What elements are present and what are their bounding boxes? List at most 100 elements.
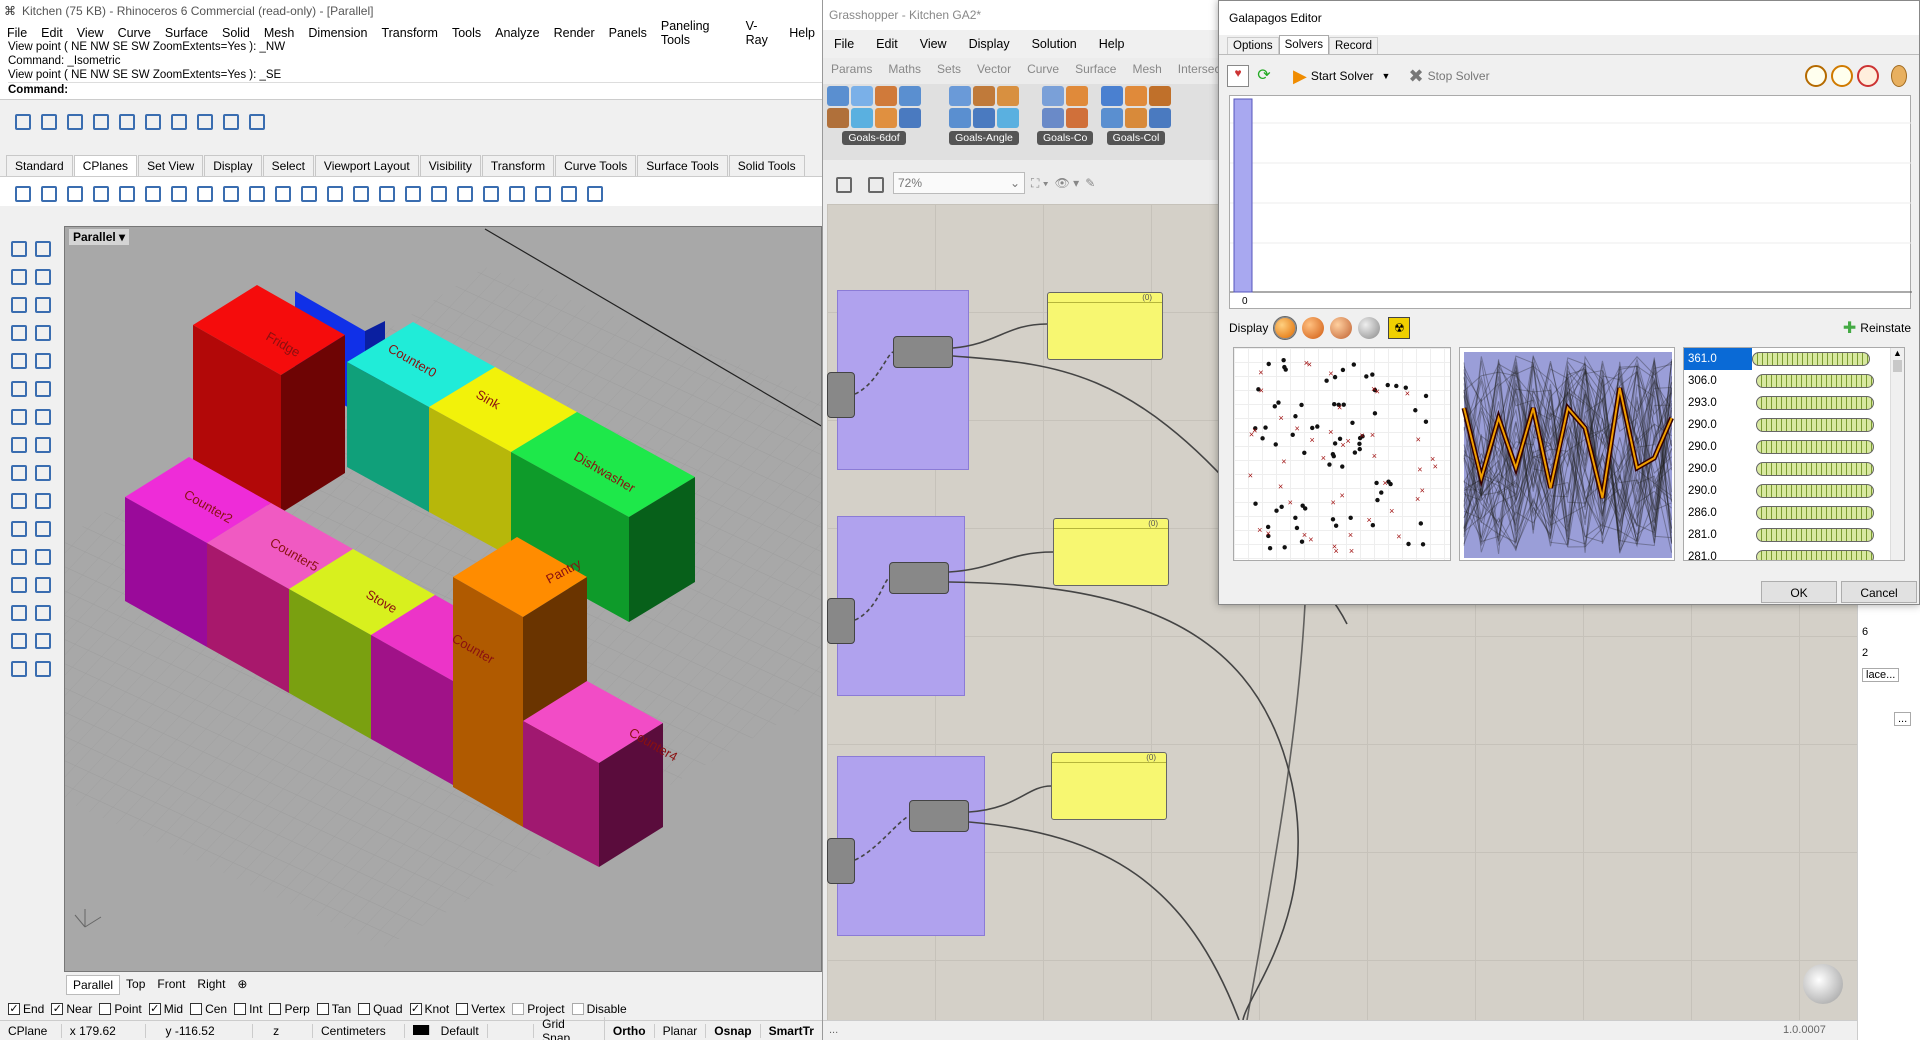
- tool-icon[interactable]: [30, 292, 52, 314]
- speed-fast-icon[interactable]: [1857, 65, 1879, 87]
- tool-icon[interactable]: [6, 432, 28, 454]
- osnap-tan[interactable]: Tan: [316, 1002, 351, 1016]
- toolbar-icon[interactable]: [452, 181, 474, 203]
- tool-icon[interactable]: [6, 292, 28, 314]
- gh-menu-solution[interactable]: Solution: [1021, 37, 1088, 51]
- osnap-knot[interactable]: ✓ Knot: [409, 1002, 449, 1016]
- gh-tab-sets[interactable]: Sets: [929, 62, 969, 76]
- genome-row[interactable]: 286.0: [1684, 502, 1904, 524]
- tab-viewport-layout[interactable]: Viewport Layout: [314, 155, 419, 176]
- property-field[interactable]: 6: [1862, 626, 1868, 638]
- osnap-cen[interactable]: Cen: [190, 1002, 227, 1016]
- tool-icon[interactable]: [30, 656, 52, 678]
- preview-eye-icon[interactable]: 👁 ▾: [1055, 176, 1080, 190]
- tool-icon[interactable]: [30, 348, 52, 370]
- display-mode-1-icon[interactable]: [1273, 316, 1298, 340]
- toolbar-icon[interactable]: [36, 109, 58, 131]
- navigation-compass-icon[interactable]: [1803, 964, 1843, 1004]
- osnap-quad[interactable]: Quad: [358, 1002, 403, 1016]
- gh-tab-mesh[interactable]: Mesh: [1124, 62, 1169, 76]
- tool-icon[interactable]: [30, 488, 52, 510]
- viewport-title[interactable]: Parallel ▾: [69, 229, 130, 245]
- toolbar-icon[interactable]: [36, 181, 58, 203]
- property-field[interactable]: lace...: [1862, 668, 1900, 682]
- tab-solvers[interactable]: Solvers: [1278, 35, 1329, 54]
- gh-menu-view[interactable]: View: [909, 37, 958, 51]
- osnap-near[interactable]: ✓ Near: [51, 1002, 92, 1016]
- tab-transform[interactable]: Transform: [481, 155, 555, 176]
- genome-icon[interactable]: ♥: [1227, 65, 1249, 87]
- toolbar-icon[interactable]: [140, 109, 162, 131]
- tool-icon[interactable]: [6, 656, 28, 678]
- stop-solver-button[interactable]: ✖ Stop Solver: [1408, 66, 1489, 87]
- genome-row[interactable]: 290.0: [1684, 458, 1904, 480]
- toolbar-icon[interactable]: [556, 181, 578, 203]
- gh-menu-file[interactable]: File: [823, 37, 865, 51]
- osnap-mid[interactable]: ✓ Mid: [148, 1002, 183, 1016]
- viewtab-right[interactable]: Right: [191, 975, 231, 995]
- ok-button[interactable]: OK: [1761, 581, 1837, 603]
- tool-icon[interactable]: [6, 460, 28, 482]
- genome-row[interactable]: 281.0: [1684, 546, 1904, 560]
- genome-row[interactable]: 290.0: [1684, 414, 1904, 436]
- toolbar-icon[interactable]: [166, 109, 188, 131]
- tool-icon[interactable]: [6, 348, 28, 370]
- cancel-button[interactable]: Cancel: [1841, 581, 1917, 603]
- genome-row[interactable]: 306.0: [1684, 370, 1904, 392]
- toolbar-icon[interactable]: [218, 109, 240, 131]
- menu-paneling-tools[interactable]: Paneling Tools: [654, 19, 739, 47]
- tool-icon[interactable]: [6, 264, 28, 286]
- gh-tab-surface[interactable]: Surface: [1067, 62, 1124, 76]
- fitness-icon[interactable]: ⟳: [1253, 65, 1275, 87]
- tab-curve-tools[interactable]: Curve Tools: [555, 155, 637, 176]
- tool-icon[interactable]: [6, 572, 28, 594]
- gh-menu-help[interactable]: Help: [1088, 37, 1136, 51]
- tool-icon[interactable]: [30, 264, 52, 286]
- tab-cplanes[interactable]: CPlanes: [73, 155, 138, 176]
- group-goals-angle[interactable]: Goals-Angle: [949, 86, 1019, 172]
- tab-record[interactable]: Record: [1329, 37, 1379, 54]
- status-osnap[interactable]: Osnap: [706, 1023, 761, 1038]
- tab-set-view[interactable]: Set View: [138, 155, 204, 176]
- toolbar-icon[interactable]: [114, 181, 136, 203]
- genome-row[interactable]: 281.0: [1684, 524, 1904, 546]
- toolbar-icon[interactable]: [426, 181, 448, 203]
- genome-row[interactable]: 290.0: [1684, 480, 1904, 502]
- viewtab-parallel[interactable]: Parallel: [66, 975, 121, 995]
- speed-slow-icon[interactable]: [1805, 65, 1827, 87]
- tab-select[interactable]: Select: [262, 155, 314, 176]
- display-mode-4-icon[interactable]: [1358, 317, 1381, 339]
- toolbar-icon[interactable]: [244, 181, 266, 203]
- save-file-icon[interactable]: [863, 172, 885, 194]
- menu-file[interactable]: File: [0, 26, 34, 40]
- toolbar-icon[interactable]: [530, 181, 552, 203]
- osnap-int[interactable]: Int: [234, 1002, 262, 1016]
- osnap-disable[interactable]: Disable: [571, 1002, 627, 1016]
- toolbar-icon[interactable]: [88, 181, 110, 203]
- menu-tools[interactable]: Tools: [445, 26, 488, 40]
- tool-icon[interactable]: [6, 236, 28, 258]
- radiation-icon[interactable]: ☢: [1388, 317, 1411, 339]
- property-field[interactable]: ...: [1894, 712, 1912, 726]
- tab-display[interactable]: Display: [204, 155, 262, 176]
- menu-render[interactable]: Render: [547, 26, 602, 40]
- gh-tab-curve[interactable]: Curve: [1019, 62, 1067, 76]
- toolbar-icon[interactable]: [244, 109, 266, 131]
- tool-icon[interactable]: [30, 236, 52, 258]
- group-goals-6dof[interactable]: Goals-6dof: [827, 86, 921, 172]
- gh-menu-edit[interactable]: Edit: [865, 37, 909, 51]
- tool-icon[interactable]: [30, 516, 52, 538]
- tab-solid-tools[interactable]: Solid Tools: [728, 155, 805, 176]
- menu-edit[interactable]: Edit: [34, 26, 70, 40]
- status-planar[interactable]: Planar: [655, 1023, 707, 1038]
- status-grid-snap[interactable]: Grid Snap: [534, 1016, 605, 1040]
- toolbar-icon[interactable]: [88, 109, 110, 131]
- feather-icon[interactable]: ✎: [1085, 176, 1095, 190]
- property-field[interactable]: 2: [1862, 647, 1868, 659]
- gh-menu-display[interactable]: Display: [958, 37, 1021, 51]
- tool-icon[interactable]: [6, 628, 28, 650]
- toolbar-icon[interactable]: [400, 181, 422, 203]
- open-file-icon[interactable]: [831, 172, 853, 194]
- gh-tab-maths[interactable]: Maths: [880, 62, 929, 76]
- genome-row[interactable]: 361.0: [1684, 348, 1904, 370]
